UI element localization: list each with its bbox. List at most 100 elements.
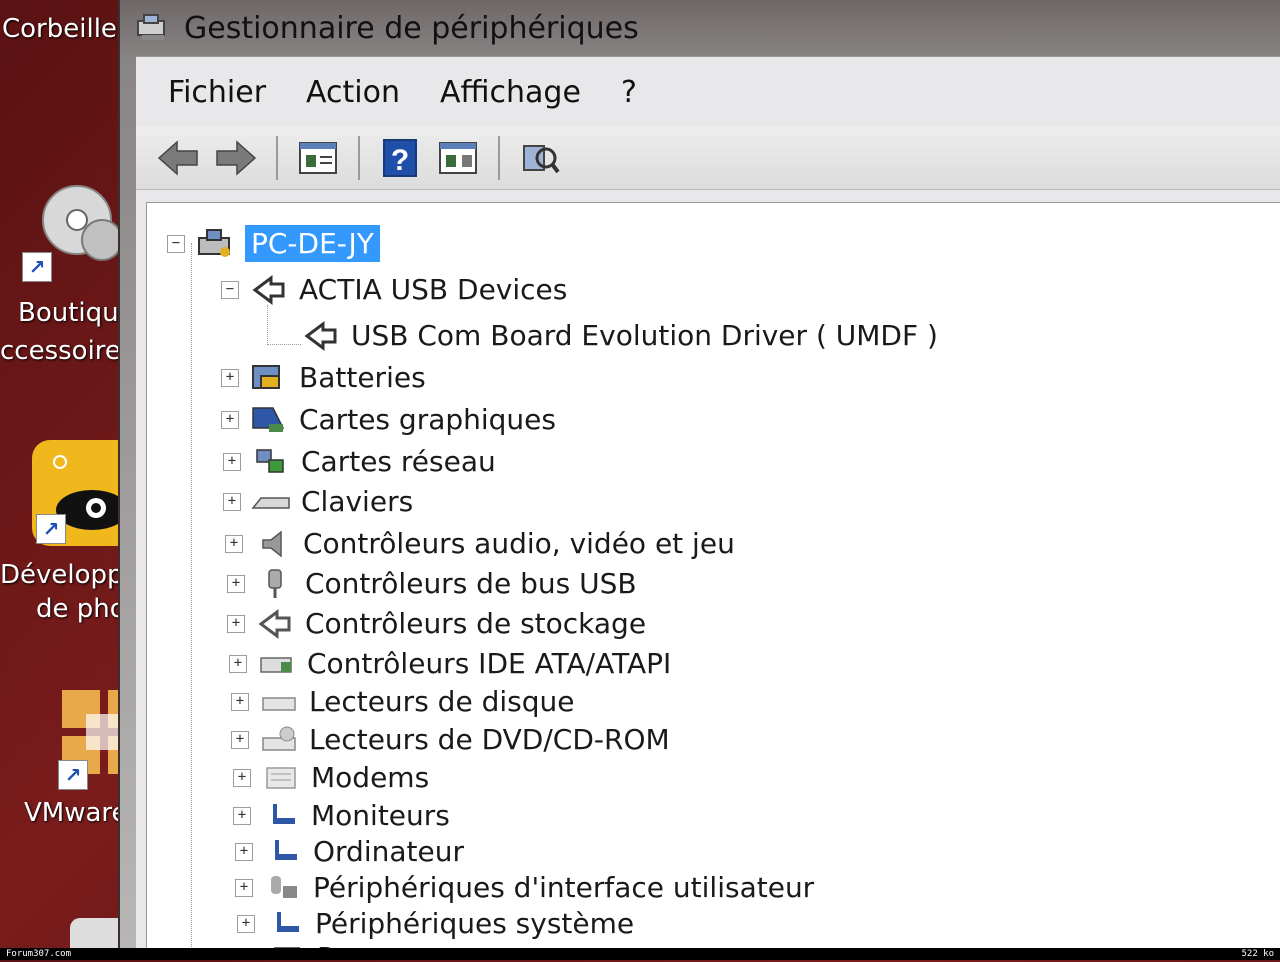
- tree-category-label[interactable]: Cartes graphiques: [299, 403, 556, 436]
- tree-category-label[interactable]: Contrôleurs IDE ATA/ATAPI: [307, 647, 671, 680]
- tree-category-label[interactable]: Lecteurs de DVD/CD-ROM: [309, 723, 670, 756]
- properties-view-icon[interactable]: [296, 136, 340, 180]
- footer-size: 522 ko: [1241, 949, 1274, 959]
- menu-fichier[interactable]: Fichier: [168, 75, 266, 110]
- expand-toggle[interactable]: +: [223, 492, 241, 511]
- tree-category-ordinateur[interactable]: + Ordinateur: [235, 835, 464, 868]
- tree-category-moniteurs[interactable]: + Moniteurs: [233, 799, 450, 832]
- shortcut-arrow-icon: ↗: [58, 760, 88, 790]
- tree-category-label[interactable]: Contrôleurs de stockage: [305, 607, 646, 640]
- tree-category-usb[interactable]: + Contrôleurs de bus USB: [227, 567, 637, 600]
- expand-toggle[interactable]: +: [231, 692, 249, 711]
- expand-toggle[interactable]: +: [225, 534, 243, 553]
- usb-storage-icon: [249, 274, 289, 306]
- tree-category-ide[interactable]: + Contrôleurs IDE ATA/ATAPI: [229, 647, 671, 680]
- expand-toggle[interactable]: +: [229, 654, 247, 673]
- shortcut-arrow-icon: ↗: [22, 252, 52, 282]
- menu-bar: Fichier Action Affichage ?: [136, 57, 1280, 127]
- title-bar[interactable]: Gestionnaire de périphériques: [120, 0, 1280, 56]
- tree-category-disques[interactable]: + Lecteurs de disque: [231, 685, 574, 718]
- desktop-label-accessoires[interactable]: ccessoires: [0, 336, 134, 366]
- menu-action[interactable]: Action: [306, 75, 400, 110]
- tree-category-audio[interactable]: + Contrôleurs audio, vidéo et jeu: [225, 527, 735, 560]
- tree-category-batteries[interactable]: + Batteries: [221, 361, 426, 394]
- tree-category-label[interactable]: Claviers: [301, 485, 413, 518]
- computer-icon: [195, 228, 235, 260]
- tree-category-cartes-graphiques[interactable]: + Cartes graphiques: [221, 403, 556, 436]
- scan-hardware-icon[interactable]: [518, 136, 562, 180]
- device-manager-window: Gestionnaire de périphériques Fichier Ac…: [118, 0, 1280, 960]
- expand-toggle[interactable]: +: [221, 410, 239, 429]
- toolbar: ?: [136, 127, 1280, 190]
- tree-root-label[interactable]: PC-DE-JY: [245, 225, 380, 262]
- speaker-icon: [253, 528, 293, 560]
- expand-toggle[interactable]: +: [223, 452, 241, 471]
- tree-device-label[interactable]: USB Com Board Evolution Driver ( UMDF ): [351, 319, 938, 352]
- expand-toggle[interactable]: +: [231, 730, 249, 749]
- tree-category-label[interactable]: Lecteurs de disque: [309, 685, 574, 718]
- toolbar-separator: [276, 136, 278, 180]
- tree-device-usb-com-board[interactable]: USB Com Board Evolution Driver ( UMDF ): [301, 319, 938, 352]
- tree-category-hid[interactable]: + Périphériques d'interface utilisateur: [235, 871, 814, 904]
- tree-category-label[interactable]: ACTIA USB Devices: [299, 273, 567, 306]
- tree-line: [267, 344, 301, 345]
- device-tree: − PC-DE-JY − ACTIA USB Devices USB Com B…: [146, 202, 1280, 960]
- computer-device-icon: [263, 836, 303, 868]
- expand-toggle[interactable]: +: [221, 368, 239, 387]
- footer-source: Forum307.com: [6, 949, 72, 959]
- show-hide-icon[interactable]: [436, 136, 480, 180]
- usb-device-icon: [301, 320, 341, 352]
- expand-toggle[interactable]: +: [235, 878, 253, 897]
- tree-category-label[interactable]: Cartes réseau: [301, 445, 496, 478]
- tree-category-modems[interactable]: + Modems: [233, 761, 429, 794]
- menu-help[interactable]: ?: [621, 75, 637, 110]
- expand-toggle[interactable]: +: [227, 614, 245, 633]
- tree-category-label[interactable]: Ordinateur: [313, 835, 464, 868]
- window-title: Gestionnaire de périphériques: [184, 10, 639, 46]
- shortcut-arrow-icon: ↗: [36, 514, 66, 544]
- tree-category-label[interactable]: Batteries: [299, 361, 426, 394]
- expand-toggle[interactable]: +: [227, 574, 245, 593]
- collapse-toggle[interactable]: −: [221, 280, 239, 299]
- menu-affichage[interactable]: Affichage: [440, 75, 581, 110]
- usb-plug-icon: [255, 568, 295, 600]
- hid-icon: [263, 872, 303, 904]
- disk-drive-icon: [259, 686, 299, 718]
- footer-watermark: Forum307.com 522 ko: [0, 948, 1280, 960]
- help-icon[interactable]: ?: [378, 136, 422, 180]
- tree-category-label[interactable]: Moniteurs: [311, 799, 450, 832]
- network-adapter-icon: [251, 446, 291, 478]
- expand-toggle[interactable]: +: [237, 914, 255, 933]
- window-client-area: Fichier Action Affichage ? ? − PC-DE-JY …: [136, 56, 1280, 960]
- tree-category-label[interactable]: Périphériques d'interface utilisateur: [313, 871, 814, 904]
- tree-category-claviers[interactable]: + Claviers: [223, 485, 413, 518]
- tree-category-actia[interactable]: − ACTIA USB Devices: [221, 273, 567, 306]
- tree-category-label[interactable]: Modems: [311, 761, 429, 794]
- expand-toggle[interactable]: +: [233, 806, 251, 825]
- tree-category-dvd[interactable]: + Lecteurs de DVD/CD-ROM: [231, 723, 670, 756]
- tree-category-label[interactable]: Contrôleurs audio, vidéo et jeu: [303, 527, 735, 560]
- toolbar-separator: [358, 136, 360, 180]
- keyboard-icon: [251, 486, 291, 518]
- svg-text:?: ?: [391, 144, 409, 177]
- battery-icon: [249, 362, 289, 394]
- tree-category-stockage[interactable]: + Contrôleurs de stockage: [227, 607, 646, 640]
- forward-arrow-icon[interactable]: [214, 136, 258, 180]
- tree-root[interactable]: − PC-DE-JY: [167, 225, 380, 262]
- tree-category-systeme[interactable]: + Périphériques système: [237, 907, 634, 940]
- modem-icon: [261, 762, 301, 794]
- storage-controller-icon: [255, 608, 295, 640]
- dvd-drive-icon: [259, 724, 299, 756]
- collapse-toggle[interactable]: −: [167, 234, 185, 253]
- system-device-icon: [265, 908, 305, 940]
- tree-category-label[interactable]: Périphériques système: [315, 907, 634, 940]
- tree-category-label[interactable]: Contrôleurs de bus USB: [305, 567, 637, 600]
- monitor-icon: [261, 800, 301, 832]
- expand-toggle[interactable]: +: [235, 842, 253, 861]
- back-arrow-icon[interactable]: [156, 136, 200, 180]
- device-manager-icon: [136, 13, 170, 43]
- tree-category-cartes-reseau[interactable]: + Cartes réseau: [223, 445, 496, 478]
- expand-toggle[interactable]: +: [233, 768, 251, 787]
- desktop-label-corbeille[interactable]: Corbeille: [2, 14, 117, 44]
- display-adapter-icon: [249, 404, 289, 436]
